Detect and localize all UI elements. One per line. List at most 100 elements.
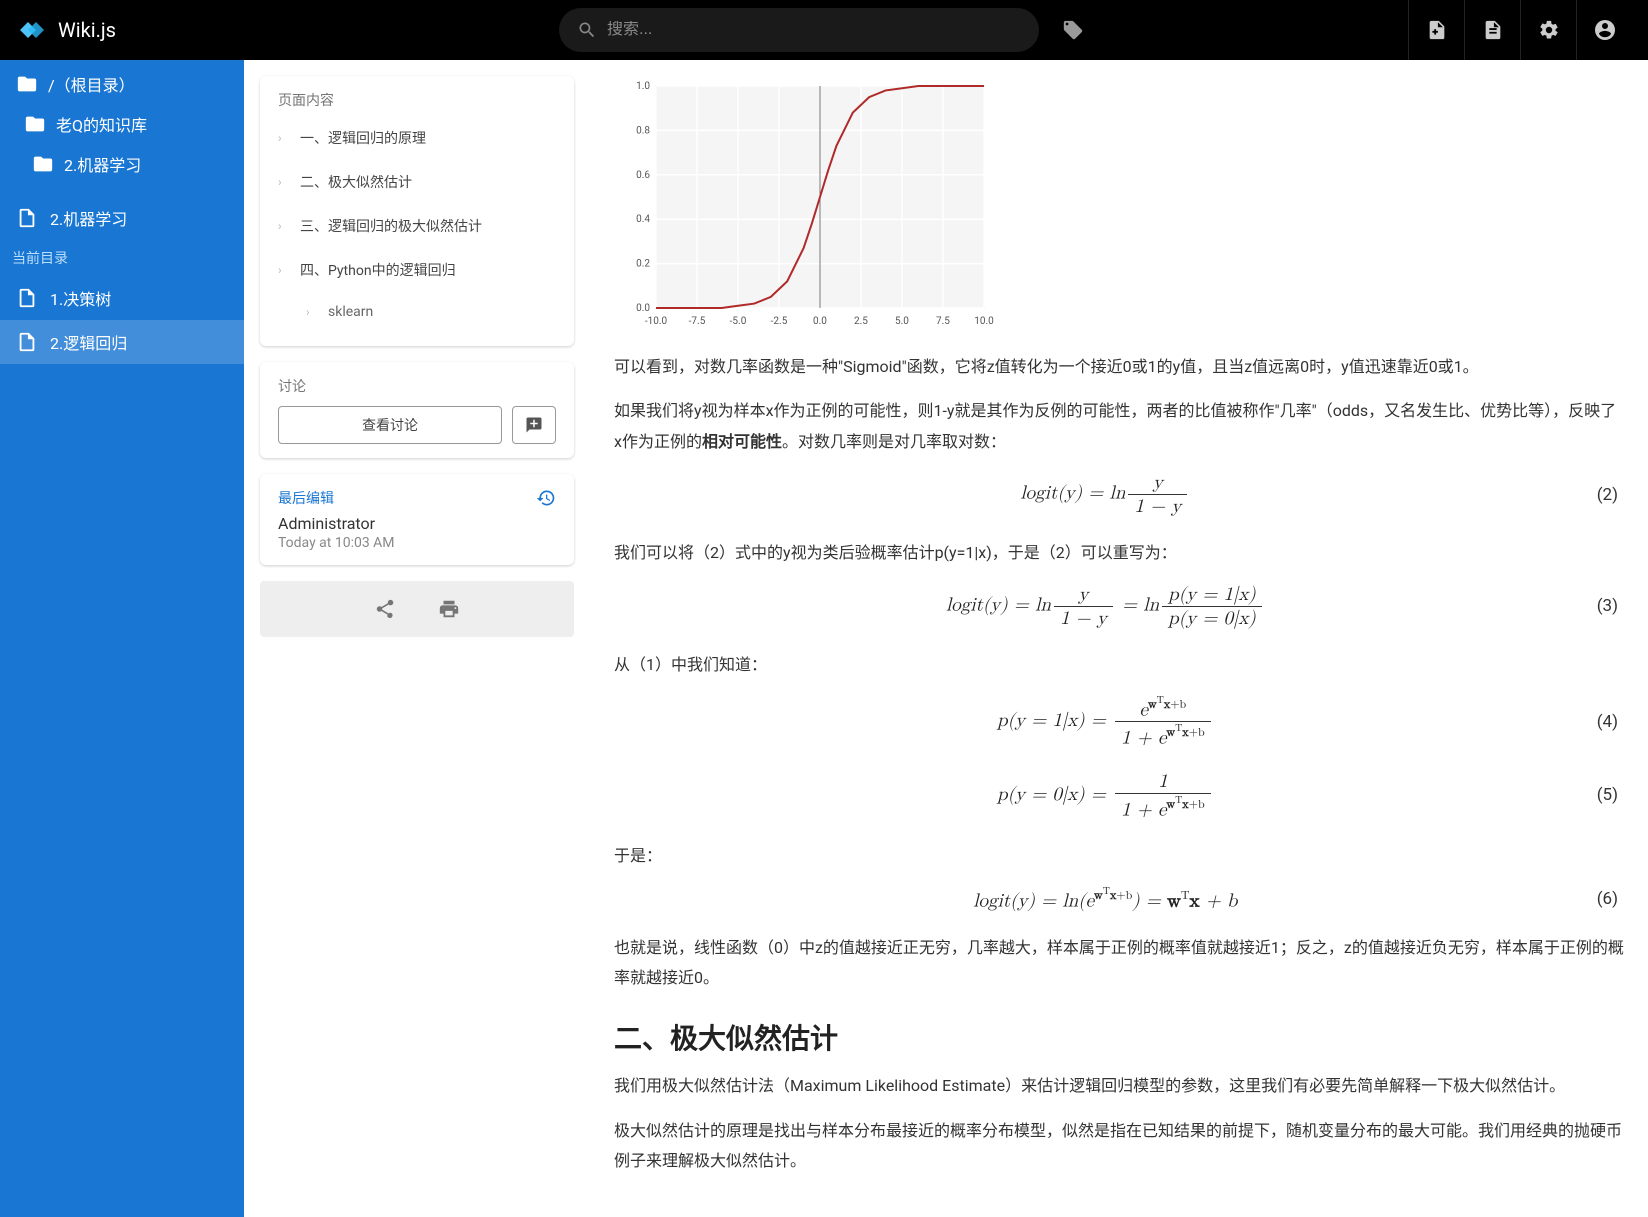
svg-text:0.4: 0.4 <box>636 214 650 225</box>
page-label: 1.决策树 <box>50 286 111 310</box>
svg-text:0.6: 0.6 <box>636 170 650 181</box>
discuss-card: 讨论 查看讨论 <box>260 362 574 458</box>
current-dir-label: 当前目录 <box>0 240 244 276</box>
svg-text:0.2: 0.2 <box>636 259 650 270</box>
equation-3: logit(y) = lny1 − y = lnp(y = 1|x)p(y = … <box>614 583 1624 630</box>
chevron-right-icon: › <box>306 305 318 319</box>
document-icon <box>16 331 38 353</box>
svg-text:7.5: 7.5 <box>936 316 950 327</box>
document-icon <box>16 287 38 309</box>
sidebar: /（根目录） 老Q的知识库 2.机器学习 2.机器学习 当前目录 1.决策树 <box>0 60 244 1217</box>
edit-page-icon[interactable] <box>1464 0 1520 60</box>
toc-item-label: sklearn <box>328 304 373 320</box>
header-actions <box>1408 0 1632 60</box>
breadcrumb-level2[interactable]: 2.机器学习 <box>0 144 244 184</box>
svg-text:-10.0: -10.0 <box>645 316 668 327</box>
svg-text:1.0: 1.0 <box>636 81 650 92</box>
sidebar-page-2[interactable]: 2.逻辑回归 <box>0 320 244 364</box>
history-icon[interactable] <box>536 488 556 508</box>
breadcrumb-level1[interactable]: 老Q的知识库 <box>0 104 244 144</box>
tag-icon[interactable] <box>1051 8 1095 52</box>
sidebar-page-1[interactable]: 1.决策树 <box>0 276 244 320</box>
toc-item-3[interactable]: › 三、逻辑回归的极大似然估计 <box>260 204 574 248</box>
section-heading-2: 二、极大似然估计 <box>614 1017 1624 1057</box>
toc-item-2[interactable]: › 二、极大似然估计 <box>260 160 574 204</box>
paragraph: 从（1）中我们知道： <box>614 650 1624 680</box>
folder-icon <box>16 73 38 95</box>
folder-icon <box>32 153 54 175</box>
page-label: 2.逻辑回归 <box>50 330 127 354</box>
last-edit-card: 最后编辑 Administrator Today at 10:03 AM <box>260 474 574 565</box>
toc-item-1[interactable]: › 一、逻辑回归的原理 <box>260 116 574 160</box>
section-page-label: 2.机器学习 <box>50 206 127 230</box>
chevron-right-icon: › <box>278 131 290 145</box>
paragraph: 极大似然估计的原理是找出与样本分布最接近的概率分布模型，似然是指在已知结果的前提… <box>614 1116 1624 1177</box>
new-comment-button[interactable] <box>512 406 556 444</box>
new-page-icon[interactable] <box>1408 0 1464 60</box>
chevron-right-icon: › <box>278 219 290 233</box>
chevron-right-icon: › <box>278 263 290 277</box>
equation-5: p(y = 0|x) = 11 + ewTx+b (5) <box>614 770 1624 821</box>
eq-number: (2) <box>1597 485 1624 505</box>
section-page-link[interactable]: 2.机器学习 <box>0 196 244 240</box>
svg-text:2.5: 2.5 <box>854 316 868 327</box>
article-content: -10.0 -7.5 -5.0 -2.5 0.0 2.5 5.0 7.5 10.0 0.0 0.2 0… <box>590 60 1648 1217</box>
view-discuss-button[interactable]: 查看讨论 <box>278 406 502 444</box>
equation-4: p(y = 1|x) = ewTx+b1 + ewTx+b (4) <box>614 694 1624 750</box>
paragraph: 如果我们将y视为样本x作为正例的可能性，则1-y就是其作为反例的可能性，两者的比… <box>614 396 1624 457</box>
paragraph: 我们用极大似然估计法（Maximum Likelihood Estimate）来… <box>614 1071 1624 1101</box>
account-icon[interactable] <box>1576 0 1632 60</box>
paragraph: 也就是说，线性函数（0）中z的值越接近正无穷，几率越大，样本属于正例的概率值就越… <box>614 933 1624 994</box>
svg-text:10.0: 10.0 <box>974 316 994 327</box>
settings-icon[interactable] <box>1520 0 1576 60</box>
last-edit-title: 最后编辑 <box>278 488 556 508</box>
folder-icon <box>24 113 46 135</box>
equation-6: logit(y) = ln(ewTx+b) = wTx + b (6) <box>614 885 1624 912</box>
share-icon[interactable] <box>369 593 401 625</box>
equation-2: logit(y) = lny1 − y (2) <box>614 471 1624 518</box>
sigmoid-chart: -10.0 -7.5 -5.0 -2.5 0.0 2.5 5.0 7.5 10.0 0.0 0.2 0… <box>614 76 994 336</box>
svg-text:-7.5: -7.5 <box>689 316 706 327</box>
search-icon <box>577 20 597 40</box>
toc-item-5[interactable]: › sklearn <box>260 292 574 332</box>
chevron-right-icon: › <box>278 175 290 189</box>
eq-number: (4) <box>1597 712 1624 732</box>
svg-text:-5.0: -5.0 <box>730 316 747 327</box>
document-icon <box>16 207 38 229</box>
paragraph: 于是： <box>614 841 1624 871</box>
toc-title: 页面内容 <box>260 90 574 116</box>
svg-text:5.0: 5.0 <box>895 316 909 327</box>
toc-item-label: 二、极大似然估计 <box>300 172 412 192</box>
svg-text:0.8: 0.8 <box>636 125 650 136</box>
toc-item-label: 三、逻辑回归的极大似然估计 <box>300 216 482 236</box>
breadcrumb-root[interactable]: /（根目录） <box>0 64 244 104</box>
svg-text:0.0: 0.0 <box>813 316 827 327</box>
comment-plus-icon <box>525 416 543 434</box>
share-row <box>260 581 574 637</box>
last-edit-user: Administrator <box>278 514 556 533</box>
breadcrumb-label: 2.机器学习 <box>64 152 141 176</box>
eq-number: (6) <box>1597 889 1624 909</box>
print-icon[interactable] <box>433 593 465 625</box>
eq-number: (5) <box>1597 785 1624 805</box>
app-header: Wiki.js <box>0 0 1648 60</box>
left-column: 页面内容 › 一、逻辑回归的原理 › 二、极大似然估计 › 三、逻辑回归的极大似然估计… <box>244 60 590 1217</box>
toc-item-label: 四、Python中的逻辑回归 <box>300 260 456 280</box>
wikijs-logo-icon <box>16 14 48 46</box>
search-box[interactable] <box>559 8 1039 52</box>
svg-text:-2.5: -2.5 <box>771 316 788 327</box>
svg-text:0.0: 0.0 <box>636 303 650 314</box>
site-title: Wiki.js <box>58 18 116 42</box>
discuss-title: 讨论 <box>278 376 556 396</box>
toc-item-4[interactable]: › 四、Python中的逻辑回归 <box>260 248 574 292</box>
toc-card: 页面内容 › 一、逻辑回归的原理 › 二、极大似然估计 › 三、逻辑回归的极大似然估计… <box>260 76 574 346</box>
logo-section[interactable]: Wiki.js <box>16 14 246 46</box>
paragraph: 可以看到，对数几率函数是一种"Sigmoid"函数，它将z值转化为一个接近0或1… <box>614 352 1624 382</box>
last-edit-time: Today at 10:03 AM <box>278 535 556 551</box>
paragraph: 我们可以将（2）式中的y视为类后验概率估计p(y=1|x)，于是（2）可以重写为… <box>614 538 1624 568</box>
eq-number: (3) <box>1597 596 1624 616</box>
toc-item-label: 一、逻辑回归的原理 <box>300 128 426 148</box>
search-input[interactable] <box>607 21 1021 39</box>
breadcrumb-label: /（根目录） <box>48 72 135 96</box>
breadcrumb-label: 老Q的知识库 <box>56 112 147 136</box>
